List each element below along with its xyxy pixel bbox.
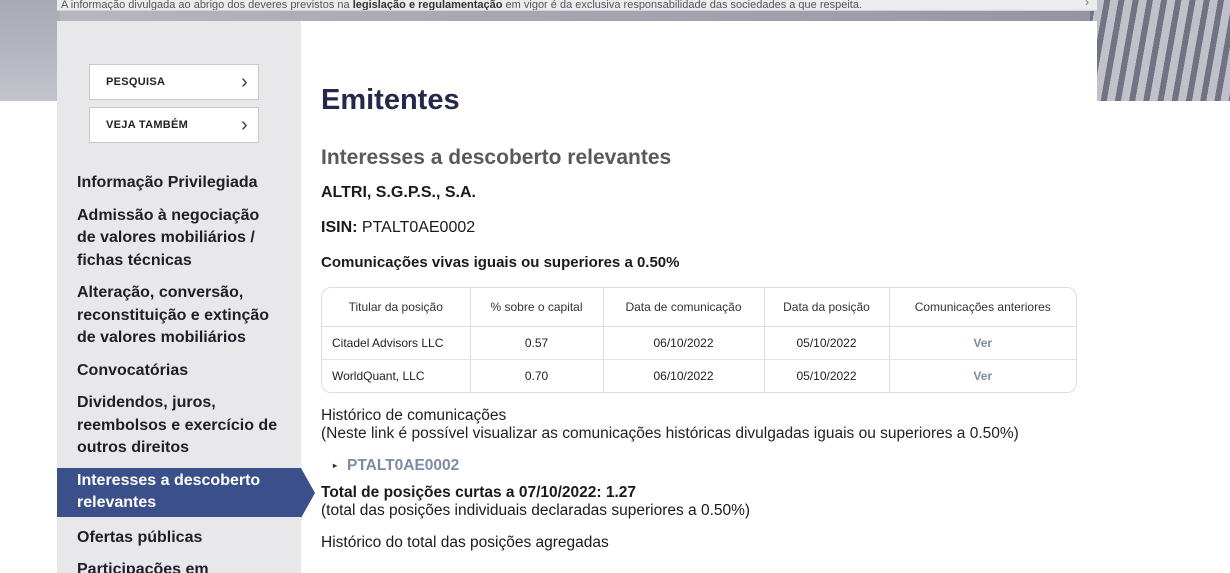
search-button[interactable]: PESQUISA › xyxy=(89,64,259,100)
total-note: (total das posições individuais declarad… xyxy=(321,502,751,519)
history-isin-item: ▸ PTALT0AE0002 xyxy=(333,457,1081,475)
page-title: Emitentes xyxy=(321,84,460,116)
view-previous-link[interactable]: Ver xyxy=(889,359,1076,392)
bullet-triangle-icon: ▸ xyxy=(333,461,338,470)
view-previous-link[interactable]: Ver xyxy=(889,326,1076,360)
table-cell-position-date: 05/10/2022 xyxy=(764,359,890,392)
hero-image-left xyxy=(0,0,60,101)
see-also-button[interactable]: VEJA TAMBÉM › xyxy=(89,107,259,143)
sidebar-item-informacao-privilegiada[interactable]: Informação Privilegiada xyxy=(57,172,301,195)
sidebar-item-ofertas-publicas[interactable]: Ofertas públicas xyxy=(57,527,301,550)
communications-title: Comunicações vivas iguais ou superiores … xyxy=(321,254,680,271)
table-row: WorldQuant, LLC 0.70 06/10/2022 05/10/20… xyxy=(322,359,1076,392)
sidebar-nav: Informação Privilegiada Admissão à negoc… xyxy=(57,172,315,573)
sidebar-item-interesses-descoberto[interactable]: Interesses a descoberto relevantes xyxy=(57,467,315,518)
sidebar-item-participacoes[interactable]: Participações em xyxy=(57,559,301,573)
column-header: % sobre o capital xyxy=(470,288,604,327)
main-content: Emitentes Interesses a descoberto releva… xyxy=(321,84,1081,552)
isin-line: ISIN: PTALT0AE0002 xyxy=(321,219,1081,237)
disclaimer-prefix: A informação divulgada ao abrigo dos dev… xyxy=(61,0,353,11)
sidebar-item-dividendos[interactable]: Dividendos, juros, reembolsos e exercíci… xyxy=(57,392,301,460)
disclaimer-banner: A informação divulgada ao abrigo dos dev… xyxy=(57,0,1097,11)
table-cell-percent: 0.70 xyxy=(470,359,604,392)
aggregate-history-title: Histórico do total das posições agregada… xyxy=(321,534,609,551)
section-title: Interesses a descoberto relevantes xyxy=(321,146,672,169)
positions-table: Titular da posição % sobre o capital Dat… xyxy=(322,288,1076,392)
table-cell-comm-date: 06/10/2022 xyxy=(603,359,765,392)
isin-label: ISIN: xyxy=(321,219,358,236)
column-header: Titular da posição xyxy=(322,288,471,327)
table-row: Citadel Advisors LLC 0.57 06/10/2022 05/… xyxy=(322,326,1076,360)
column-header: Data da posição xyxy=(764,288,890,327)
see-also-button-label: VEJA TAMBÉM xyxy=(106,119,189,131)
table-header-row: Titular da posição % sobre o capital Dat… xyxy=(322,288,1076,327)
table-cell-percent: 0.57 xyxy=(470,326,604,360)
table-cell-holder: WorldQuant, LLC xyxy=(322,359,471,392)
history-isin-link[interactable]: PTALT0AE0002 xyxy=(347,457,459,474)
search-button-label: PESQUISA xyxy=(106,76,166,88)
column-header: Comunicações anteriores xyxy=(889,288,1076,327)
chevron-right-icon: › xyxy=(241,71,248,93)
table-cell-comm-date: 06/10/2022 xyxy=(603,326,765,360)
history-title: Histórico de comunicações xyxy=(321,407,507,424)
disclaimer-link[interactable]: legislação e regulamentação xyxy=(353,0,503,10)
positions-table-wrapper: Titular da posição % sobre o capital Dat… xyxy=(321,287,1077,393)
sidebar-item-alteracao-conversao[interactable]: Alteração, conversão, reconstituição e e… xyxy=(57,282,301,350)
chevron-right-icon: › xyxy=(241,114,248,136)
chevron-right-icon[interactable]: › xyxy=(1085,0,1089,8)
table-cell-position-date: 05/10/2022 xyxy=(764,326,890,360)
sidebar-item-admissao-negociacao[interactable]: Admissão à negociação de valores mobiliá… xyxy=(57,205,301,273)
total-short-positions: Total de posições curtas a 07/10/2022: 1… xyxy=(321,484,637,501)
isin-value: PTALT0AE0002 xyxy=(357,219,476,236)
table-cell-holder: Citadel Advisors LLC xyxy=(322,326,471,360)
history-note: (Neste link é possível visualizar as com… xyxy=(321,425,1019,442)
sidebar-item-convocatorias[interactable]: Convocatórias xyxy=(57,360,301,383)
disclaimer-suffix: em vigor é da exclusiva responsabilidade… xyxy=(502,0,863,11)
total-block: Total de posições curtas a 07/10/2022: 1… xyxy=(321,484,1081,520)
company-name: ALTRI, S.G.P.S., S.A. xyxy=(321,184,476,201)
history-block: Histórico de comunicações (Neste link é … xyxy=(321,407,1081,443)
column-header: Data de comunicação xyxy=(603,288,765,327)
hero-image-building xyxy=(1090,0,1230,101)
